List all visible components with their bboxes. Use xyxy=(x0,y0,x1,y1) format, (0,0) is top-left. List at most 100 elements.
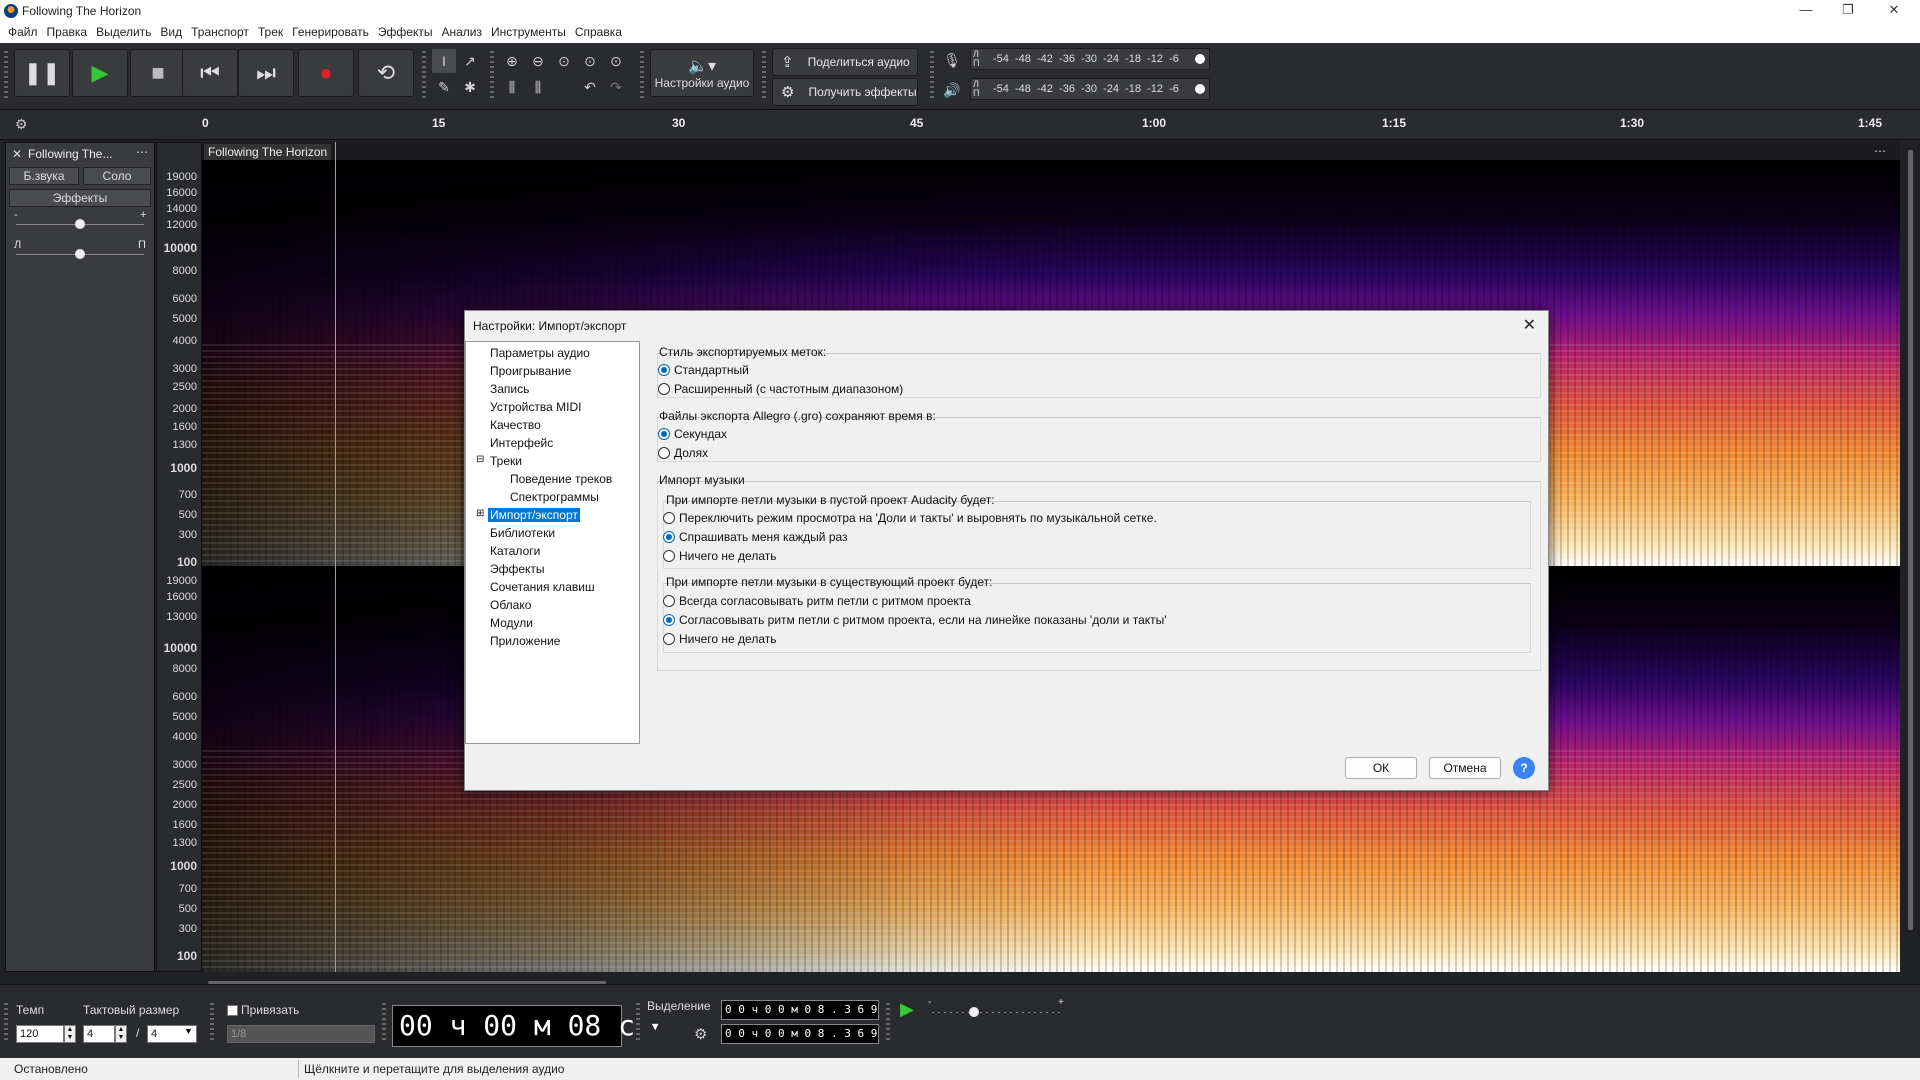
get-effects-button[interactable]: ⚙ Получить эффекты xyxy=(772,78,918,106)
draw-tool-button[interactable]: ✎ xyxy=(432,75,456,99)
radio-always-match[interactable]: Всегда согласовывать ритм петли с ритмом… xyxy=(663,594,971,608)
microphone-icon[interactable]: 🎙 xyxy=(940,48,964,72)
time-sig-numerator[interactable]: 4 xyxy=(83,1025,115,1043)
toolbar-grip[interactable] xyxy=(4,1003,8,1043)
redo-button[interactable]: ↷ xyxy=(604,75,628,99)
toolbar-grip[interactable] xyxy=(762,51,766,101)
radio-do-nothing-empty[interactable]: Ничего не делать xyxy=(663,549,777,563)
zoom-out-button[interactable]: ⊖ xyxy=(526,49,550,73)
menu-transport[interactable]: Транспорт xyxy=(191,22,256,43)
toolbar-grip[interactable] xyxy=(210,1003,214,1043)
track-effects-button[interactable]: Эффекты xyxy=(9,189,151,207)
tree-item-selected[interactable]: Импорт/экспорт xyxy=(488,508,580,522)
close-window-button[interactable]: ✕ xyxy=(1884,2,1904,20)
snap-checkbox[interactable] xyxy=(227,1005,238,1016)
tree-item[interactable]: Интерфейс xyxy=(490,436,553,450)
tree-item[interactable]: Треки xyxy=(490,454,522,468)
tree-item[interactable]: Спектрограммы xyxy=(510,490,599,504)
zoom-in-button[interactable]: ⊕ xyxy=(500,49,524,73)
tree-item[interactable]: Устройства MIDI xyxy=(490,400,581,414)
share-audio-button[interactable]: ⇪ Поделиться аудио xyxy=(772,48,918,76)
silence-button[interactable]: ⫼ xyxy=(526,75,550,99)
radio-standard[interactable]: Стандартный xyxy=(658,363,749,377)
ok-button[interactable]: ОК xyxy=(1345,757,1417,779)
menu-generate[interactable]: Генерировать xyxy=(292,22,376,43)
maximize-button[interactable]: ❐ xyxy=(1838,2,1858,20)
record-meter[interactable]: ЛП -54 -48 -42 -36 -30 -24 -18 -12 -6 xyxy=(970,48,1210,70)
stop-button[interactable]: ■ xyxy=(130,49,186,97)
track-menu-icon[interactable]: ⋯ xyxy=(136,145,148,159)
radio-seconds[interactable]: Секундах xyxy=(658,427,727,441)
minimize-button[interactable]: — xyxy=(1796,2,1816,20)
track-options-icon[interactable]: ⋯ xyxy=(1874,144,1886,158)
gain-slider-knob[interactable] xyxy=(75,219,85,229)
help-icon[interactable]: ? xyxy=(1513,757,1535,779)
record-button[interactable]: ● xyxy=(298,49,354,97)
toolbar-grip[interactable] xyxy=(640,51,644,101)
toolbar-grip[interactable] xyxy=(886,1003,890,1043)
menu-tools[interactable]: Инструменты xyxy=(491,22,573,43)
toolbar-grip[interactable] xyxy=(422,51,426,101)
tree-item[interactable]: Библиотеки xyxy=(490,526,555,540)
preferences-tree[interactable]: Параметры аудио Проигрывание Запись Устр… xyxy=(465,341,640,744)
tree-item[interactable]: Поведение треков xyxy=(510,472,612,486)
undo-button[interactable]: ↶ xyxy=(578,75,602,99)
tree-item[interactable]: Проигрывание xyxy=(490,364,571,378)
menu-effects[interactable]: Эффекты xyxy=(378,22,440,43)
tree-item[interactable]: Эффекты xyxy=(490,562,545,576)
cancel-button[interactable]: Отмена xyxy=(1429,757,1501,779)
tree-expand-icon[interactable]: ⊞ xyxy=(476,508,484,519)
toolbar-grip[interactable] xyxy=(382,1003,386,1043)
meter-slider-knob[interactable] xyxy=(1195,54,1205,64)
selection-start[interactable]: 0 0 ч 0 0 м 0 8 . 3 6 9 с xyxy=(721,1000,879,1020)
loop-button[interactable]: ⟲ xyxy=(358,49,414,97)
menu-file[interactable]: Файл xyxy=(8,22,45,43)
tree-item[interactable]: Каталоги xyxy=(490,544,540,558)
fit-selection-button[interactable]: ⊙ xyxy=(552,49,576,73)
selection-gear-icon[interactable]: ⚙ xyxy=(694,1025,707,1043)
radio-beats[interactable]: Долях xyxy=(658,446,708,460)
close-track-icon[interactable]: ✕ xyxy=(12,147,22,161)
solo-button[interactable]: Соло xyxy=(83,167,151,185)
tree-item[interactable]: Сочетания клавиш xyxy=(490,580,595,594)
toolbar-grip[interactable] xyxy=(490,51,494,101)
pause-button[interactable]: ❚❚ xyxy=(14,49,70,97)
skip-start-button[interactable]: ⏮ xyxy=(182,49,238,97)
radio-ask-every-time[interactable]: Спрашивать меня каждый раз xyxy=(663,530,848,544)
menu-view[interactable]: Вид xyxy=(160,22,189,43)
tree-item[interactable]: Модули xyxy=(490,616,533,630)
envelope-tool-button[interactable]: ↗ xyxy=(458,49,482,73)
play-at-speed-icon[interactable]: ▶ xyxy=(900,999,914,1020)
toolbar-grip[interactable] xyxy=(4,51,8,101)
radio-do-nothing-existing[interactable]: Ничего не делать xyxy=(663,632,777,646)
tree-item[interactable]: Облако xyxy=(490,598,531,612)
tempo-spinner[interactable]: ▲ ▼ xyxy=(64,1025,76,1043)
menu-select[interactable]: Выделить xyxy=(96,22,158,43)
tree-item[interactable]: Параметры аудио xyxy=(490,346,590,360)
tree-collapse-icon[interactable]: ⊟ xyxy=(476,454,484,465)
trim-button[interactable]: ⫼ xyxy=(500,75,524,99)
tree-item[interactable]: Запись xyxy=(490,382,529,396)
skip-end-button[interactable]: ⏭ xyxy=(238,49,294,97)
menu-edit[interactable]: Правка xyxy=(47,22,95,43)
toolbar-grip[interactable] xyxy=(636,1003,640,1043)
vertical-scrollbar[interactable] xyxy=(1908,150,1913,930)
playback-meter[interactable]: ЛП -54 -48 -42 -36 -30 -24 -18 -12 -6 xyxy=(970,78,1210,100)
time-display[interactable]: 00 ч 00 м 08 с ▼ xyxy=(392,1005,659,1047)
multi-tool-button[interactable]: ✱ xyxy=(458,75,482,99)
audio-setup-button[interactable]: 🔈▾ Настройки аудио xyxy=(650,49,754,97)
menu-track[interactable]: Трек xyxy=(258,22,290,43)
tempo-input[interactable]: 120 xyxy=(16,1025,64,1043)
playback-speaker-icon[interactable]: 🔊 xyxy=(940,78,964,102)
gear-icon[interactable]: ⚙ xyxy=(15,116,28,133)
toolbar-grip[interactable] xyxy=(930,51,934,101)
tree-item[interactable]: Приложение xyxy=(490,634,560,648)
timeline-ruler[interactable]: ⚙ 0 15 30 45 1:00 1:15 1:30 1:45 xyxy=(0,110,1920,140)
speed-slider-knob[interactable] xyxy=(969,1007,979,1017)
radio-match-if-beats[interactable]: Согласовывать ритм петли с ритмом проект… xyxy=(663,613,1167,627)
time-sig-spinner[interactable]: ▲ ▼ xyxy=(115,1025,127,1043)
pan-slider-knob[interactable] xyxy=(75,249,85,259)
meter-slider-knob[interactable] xyxy=(1195,84,1205,94)
radio-extended[interactable]: Расширенный (с частотным диапазоном) xyxy=(658,382,903,396)
track-name[interactable]: Following The... xyxy=(28,147,113,161)
